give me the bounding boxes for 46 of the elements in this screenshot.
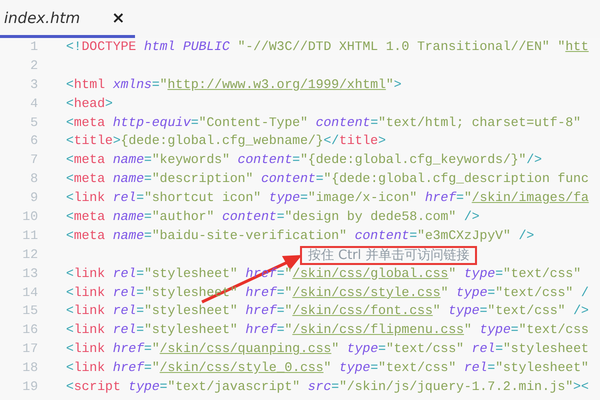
line-number: 13 (21, 264, 38, 283)
link[interactable]: /skin/css/font.css (292, 303, 433, 318)
line-number: 1 (29, 38, 38, 56)
line-number: 10 (21, 208, 38, 226)
link[interactable]: http://www.w3.org/1999/xhtml (167, 76, 386, 92)
code-line: <link rel="stylesheet" href="/skin/css/font.css" type="text/css" /> (66, 302, 589, 320)
code-line: <meta name="description" content="{dede:global.cfg_description func (66, 170, 589, 188)
line-number: 3 (29, 76, 38, 94)
code-line: <meta name="keywords" content="{dede:global.cfg_keywords/}"/> (66, 151, 542, 170)
file-tab[interactable]: index.htm × (0, 0, 135, 38)
code-line: <meta http-equiv="Content-Type" content="text/html; charset=utf-8" (66, 114, 581, 132)
line-number: 19 (21, 378, 38, 396)
link[interactable]: /skin/css/style.css (292, 284, 441, 300)
line-number: 9 (29, 189, 38, 208)
line-number: 15 (21, 302, 38, 320)
link[interactable]: /skin/css/global.css (292, 266, 448, 281)
code-line: <link rel="shortcut icon" type="image/x-icon" href="/skin/images/fa (66, 189, 589, 208)
line-number: 6 (29, 132, 38, 150)
line-number: 11 (21, 226, 38, 245)
code-line: <title>{dede:global.cfg_webname/}</title> (66, 132, 386, 150)
code-line: <link href="/skin/css/quanping.css" type="text/css" rel="stylesheet (66, 340, 589, 358)
code-line: <head> (66, 94, 113, 113)
line-number: 18 (21, 359, 38, 378)
line-number: 2 (29, 56, 38, 75)
line-number: 12 (21, 246, 38, 264)
code-line: <meta name="author" content="design by dede58.com" /> (66, 208, 480, 226)
line-number: 4 (29, 94, 38, 113)
code-line: <!DOCTYPE html PUBLIC "-//W3C//DTD XHTML 1.0 Transitional//EN" "htt (66, 38, 589, 56)
tooltip: 按住 Ctrl 并单击可访问链接 (300, 246, 478, 265)
line-number: 7 (29, 151, 38, 170)
link[interactable]: /skin/images/fa (472, 190, 589, 206)
code-line: <link rel="stylesheet" href="/skin/css/flipmenu.css" type="text/css (66, 321, 589, 340)
line-number: 14 (21, 284, 38, 302)
line-number: 17 (21, 340, 38, 358)
code-line: <meta name="baidu-site-verification" content="e3mCXzJpyV" /> (66, 226, 534, 245)
link[interactable]: /skin/css/style_0.css (160, 360, 324, 376)
code-line: <script type="text/javascript" src="/skin/js/jquery-1.7.2.min.js">< (66, 378, 589, 396)
code-line: <html xmlns="http://www.w3.org/1999/xhtml"> (66, 76, 402, 94)
link[interactable]: /skin/css/quanping.css (160, 341, 332, 356)
line-number: 8 (29, 170, 38, 188)
line-number: 5 (29, 114, 38, 132)
close-icon[interactable]: × (112, 8, 125, 27)
line-number: 16 (21, 321, 38, 340)
code-line: <link href="/skin/css/style_0.css" type="text/css" rel="stylesheet" (66, 359, 589, 378)
link[interactable]: /skin/css/flipmenu.css (292, 322, 464, 338)
link[interactable]: htt (565, 39, 589, 54)
